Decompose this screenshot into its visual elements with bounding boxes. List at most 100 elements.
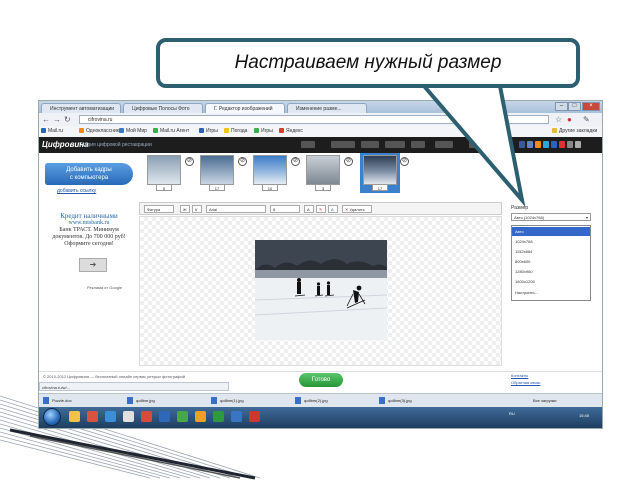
word2-icon[interactable]: [231, 411, 242, 422]
system-tray[interactable]: RU: [509, 411, 515, 416]
bookmark-item[interactable]: Мой Мир: [119, 127, 147, 136]
star-icon[interactable]: ☆: [555, 115, 562, 124]
size-option[interactable]: 1024x768: [512, 237, 590, 246]
remove-icon[interactable]: ⊘: [238, 157, 247, 166]
size-option[interactable]: Настроить...: [512, 288, 590, 297]
edited-photo[interactable]: [255, 240, 387, 340]
tab-2[interactable]: Цифровые Полосы Фото: [123, 103, 203, 113]
word-icon[interactable]: [105, 411, 116, 422]
forward-icon[interactable]: →: [53, 115, 61, 124]
size-option[interactable]: 1280x960: [512, 267, 590, 276]
extension-icon[interactable]: ●: [567, 115, 572, 124]
download-item[interactable]: qo8bm.jpg: [127, 396, 155, 406]
remove-icon[interactable]: ⊘: [185, 157, 194, 166]
maximize-button[interactable]: □: [568, 102, 581, 111]
google-plus-icon[interactable]: [559, 141, 565, 148]
footer-link-feedback[interactable]: Обратная связь: [511, 380, 540, 385]
thumbnail[interactable]: [363, 155, 397, 185]
bookmark-item[interactable]: Игры: [199, 127, 218, 136]
explorer-icon[interactable]: [69, 411, 80, 422]
remove-icon[interactable]: ⊘: [291, 157, 300, 166]
header-button[interactable]: [491, 141, 505, 148]
bold-button[interactable]: Ж: [180, 205, 190, 213]
tab-4[interactable]: Изменение разме...: [287, 103, 367, 113]
ok-social-icon[interactable]: [535, 141, 541, 148]
wrench-icon[interactable]: ✎: [583, 115, 590, 124]
reload-icon[interactable]: ↻: [64, 115, 71, 124]
size-option[interactable]: Авто: [512, 227, 590, 236]
powerpoint-icon[interactable]: [249, 411, 260, 422]
italic-button[interactable]: К: [192, 205, 202, 213]
ad-arrow-button[interactable]: ➔: [79, 258, 107, 272]
mailru-social-icon[interactable]: [551, 141, 557, 148]
remove-icon[interactable]: ⊘: [400, 157, 409, 166]
close-window-button[interactable]: ×: [582, 102, 600, 111]
header-button[interactable]: [331, 141, 355, 148]
chrome-icon[interactable]: [123, 411, 134, 422]
font-size-select[interactable]: 8: [270, 205, 300, 213]
tab-1[interactable]: Инструмент автоматизации: [41, 103, 121, 113]
fill-icon[interactable]: A: [328, 205, 338, 213]
start-button[interactable]: [43, 408, 61, 426]
ad-title[interactable]: Кредит наличными: [43, 213, 135, 220]
site-tagline: Студия цифровой реставрации: [79, 142, 152, 148]
thumbnail-count: 3: [315, 184, 331, 191]
remove-icon[interactable]: ⊘: [344, 157, 353, 166]
thumbnail[interactable]: [306, 155, 340, 185]
add-photo-button[interactable]: Добавить кадры с компьютера: [45, 163, 133, 185]
media-icon[interactable]: [177, 411, 188, 422]
ad-url[interactable]: www.mtsbank.ru: [43, 220, 135, 227]
size-option[interactable]: 1600x1200: [512, 277, 590, 286]
share-icon[interactable]: [575, 141, 581, 148]
pen-icon[interactable]: ✎: [316, 205, 326, 213]
size-option[interactable]: 1152x864: [512, 247, 590, 256]
thumbnail[interactable]: [200, 155, 234, 185]
download-item[interactable]: qo8bm(2).jpg: [295, 396, 328, 406]
mail-app-icon[interactable]: [159, 411, 170, 422]
url-input[interactable]: cifrovina.ru: [79, 115, 549, 124]
other-bookmarks[interactable]: Другие закладки: [552, 127, 597, 136]
header-button[interactable]: [301, 141, 315, 148]
header-button[interactable]: [469, 141, 483, 148]
back-icon[interactable]: ←: [42, 115, 50, 124]
add-link[interactable]: добавить ссылку: [57, 188, 96, 194]
download-item[interactable]: qo8bm(3).jpg: [379, 396, 412, 406]
size-select[interactable]: Авто (1024x768) ▾: [511, 213, 591, 221]
vk-icon[interactable]: [527, 141, 533, 148]
opera-icon[interactable]: [87, 411, 98, 422]
excel-icon[interactable]: [213, 411, 224, 422]
folder-app-icon[interactable]: [195, 411, 206, 422]
download-item[interactable]: qo8bm(1).jpg: [211, 396, 244, 406]
editor-canvas[interactable]: [139, 216, 502, 366]
tab-3[interactable]: Г. Редактор изображений: [205, 103, 285, 113]
twitter-icon[interactable]: [543, 141, 549, 148]
ready-button[interactable]: Готово: [299, 373, 343, 387]
file-icon: [127, 397, 133, 405]
header-button[interactable]: [411, 141, 425, 148]
bookmark-item[interactable]: Игры: [254, 127, 273, 136]
bookmark-item[interactable]: Погода: [224, 127, 247, 136]
footer-link-contacts[interactable]: Контакты: [511, 373, 528, 378]
text-color-icon[interactable]: A: [304, 205, 314, 213]
all-downloads-link[interactable]: Все загрузки: [533, 396, 557, 406]
thumbnail[interactable]: [147, 155, 181, 185]
header-button[interactable]: [435, 141, 453, 148]
font-select[interactable]: Arial: [206, 205, 266, 213]
header-button[interactable]: [361, 141, 379, 148]
bookmark-item[interactable]: Одноклассники: [79, 127, 122, 136]
header-button[interactable]: [385, 141, 405, 148]
download-item[interactable]: Puzzle.doc: [43, 396, 72, 406]
pdf-icon[interactable]: [141, 411, 152, 422]
size-option[interactable]: 800x600: [512, 257, 590, 266]
shape-button[interactable]: Фигура: [144, 205, 174, 213]
clock[interactable]: 15:45: [579, 413, 589, 418]
bookmark-item[interactable]: Mail.ru: [41, 127, 63, 136]
delete-button[interactable]: ✕ Удалить: [342, 205, 372, 213]
bookmark-item[interactable]: Яндекс: [279, 127, 303, 136]
thumbnail[interactable]: [253, 155, 287, 185]
minimize-button[interactable]: –: [555, 102, 568, 111]
bookmark-item[interactable]: Mail.ru Агент: [153, 127, 189, 136]
facebook-icon[interactable]: [519, 141, 525, 148]
ad-block[interactable]: Кредит наличными www.mtsbank.ru Банк ТРА…: [43, 213, 135, 248]
livejournal-icon[interactable]: [567, 141, 573, 148]
